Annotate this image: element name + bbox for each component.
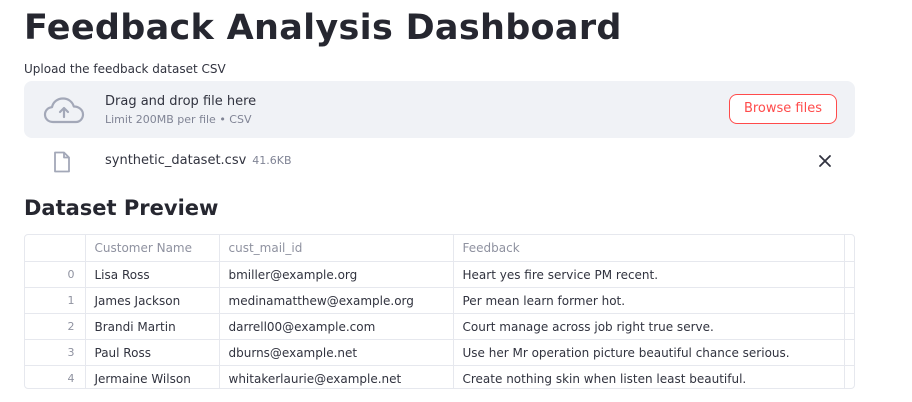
dataset-preview-table[interactable]: Customer Name cust_mail_id Feedback 0 Li…: [24, 234, 855, 389]
cell-cust-mail-id[interactable]: bmiller@example.org: [219, 261, 454, 288]
file-dropzone[interactable]: Drag and drop file here Limit 200MB per …: [24, 81, 855, 138]
file-name-text: synthetic_dataset.csv: [105, 153, 247, 168]
cell-feedback[interactable]: Use her Mr operation picture beautiful c…: [453, 339, 845, 366]
cell-cust-mail-id[interactable]: medinamatthew@example.org: [219, 287, 454, 314]
row-index: 2: [25, 313, 86, 340]
table-row[interactable]: 3 Paul Ross dburns@example.net Use her M…: [25, 339, 854, 366]
cell-spacer: [844, 339, 854, 366]
file-icon: [54, 151, 70, 173]
table-row[interactable]: 2 Brandi Martin darrell00@example.com Co…: [25, 313, 854, 340]
table-row[interactable]: 4 Jermaine Wilson whitakerlaurie@example…: [25, 365, 854, 388]
cloud-upload-icon: [43, 97, 85, 124]
cell-customer-name[interactable]: Jermaine Wilson: [85, 365, 220, 388]
column-header-feedback[interactable]: Feedback: [453, 235, 845, 262]
cell-cust-mail-id[interactable]: whitakerlaurie@example.net: [219, 365, 454, 388]
browse-files-button[interactable]: Browse files: [728, 94, 837, 124]
row-index: 0: [25, 261, 86, 288]
column-header-customer-name[interactable]: Customer Name: [85, 235, 220, 262]
cell-feedback[interactable]: Create nothing skin when listen least be…: [453, 365, 845, 388]
cell-cust-mail-id[interactable]: darrell00@example.com: [219, 313, 454, 340]
section-heading: Dataset Preview: [24, 196, 219, 220]
row-index: 3: [25, 339, 86, 366]
index-column-header: [25, 235, 86, 262]
cell-feedback[interactable]: Heart yes fire service PM recent.: [453, 261, 845, 288]
close-icon[interactable]: [816, 152, 834, 170]
cell-customer-name[interactable]: James Jackson: [85, 287, 220, 314]
table-row[interactable]: 0 Lisa Ross bmiller@example.org Heart ye…: [25, 261, 854, 288]
table-row[interactable]: 1 James Jackson medinamatthew@example.or…: [25, 287, 854, 314]
dropzone-instruction: Drag and drop file here: [105, 94, 257, 109]
uploaded-file-name: synthetic_dataset.csv 41.6KB: [105, 153, 292, 168]
cell-feedback[interactable]: Court manage across job right true serve…: [453, 313, 845, 340]
cell-spacer: [844, 261, 854, 288]
cell-spacer: [844, 287, 854, 314]
cell-feedback[interactable]: Per mean learn former hot.: [453, 287, 845, 314]
cell-cust-mail-id[interactable]: dburns@example.net: [219, 339, 454, 366]
uploaded-file-row: synthetic_dataset.csv 41.6KB: [24, 146, 855, 176]
cell-spacer: [844, 313, 854, 340]
cell-customer-name[interactable]: Brandi Martin: [85, 313, 220, 340]
column-header-spacer: [844, 235, 854, 262]
column-header-cust-mail-id[interactable]: cust_mail_id: [219, 235, 454, 262]
row-index: 1: [25, 287, 86, 314]
cell-spacer: [844, 365, 854, 388]
row-index: 4: [25, 365, 86, 388]
cell-customer-name[interactable]: Paul Ross: [85, 339, 220, 366]
dropzone-limit: Limit 200MB per file • CSV: [105, 113, 252, 126]
table-header-row: Customer Name cust_mail_id Feedback: [25, 235, 854, 262]
cell-customer-name[interactable]: Lisa Ross: [85, 261, 220, 288]
page-title: Feedback Analysis Dashboard: [24, 8, 622, 48]
uploader-label: Upload the feedback dataset CSV: [24, 62, 226, 76]
file-size: 41.6KB: [252, 154, 292, 167]
